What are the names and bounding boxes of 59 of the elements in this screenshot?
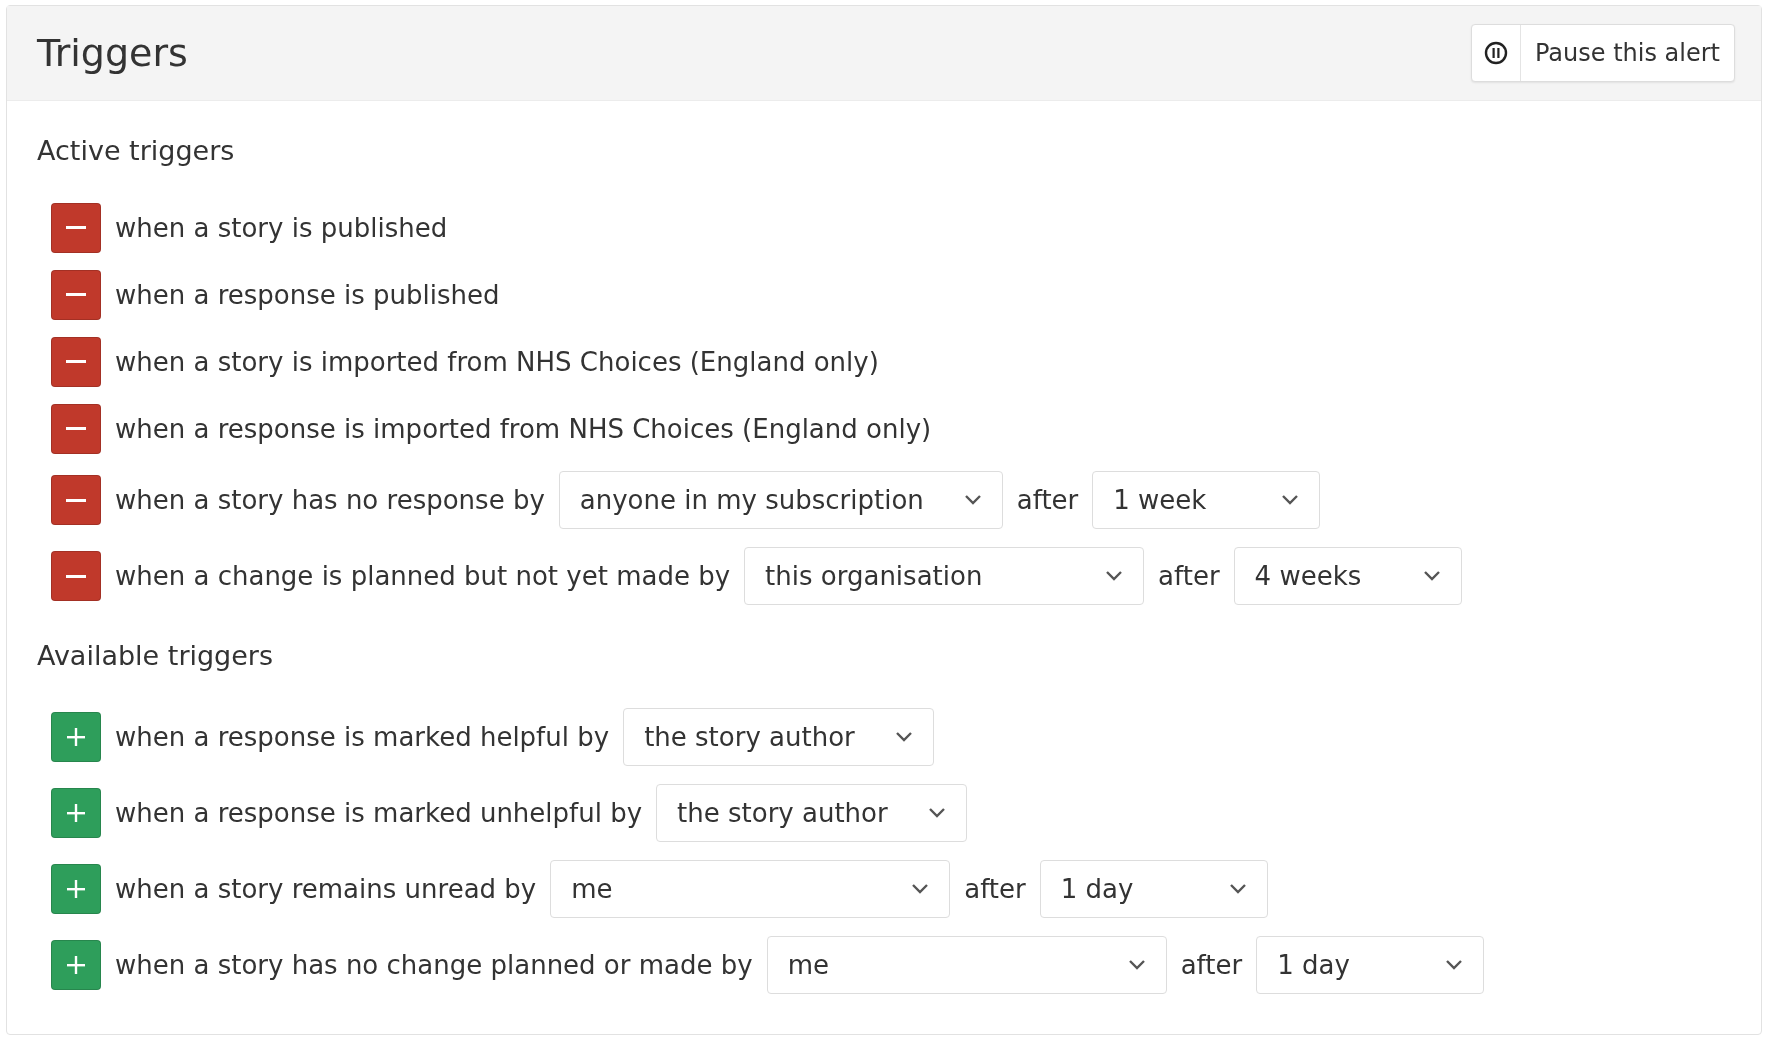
remove-trigger-button[interactable]: [51, 403, 101, 454]
minus-icon: [66, 427, 86, 430]
trigger-text: when a response is imported from NHS Choices (England only): [115, 413, 932, 444]
plus-icon: [66, 879, 86, 899]
trigger-text: when a change is planned but not yet made by: [115, 561, 731, 591]
who-select[interactable]: the story author: [623, 708, 934, 766]
trigger-text: when a story remains unread by: [115, 874, 537, 904]
chevron-down-icon: [1281, 494, 1300, 506]
after-label: after: [1158, 561, 1220, 591]
after-label: after: [964, 874, 1026, 904]
remove-trigger-button[interactable]: [51, 336, 101, 387]
minus-icon: [66, 293, 86, 296]
trigger-text: when a response is marked helpful by: [115, 722, 610, 752]
delay-select[interactable]: 4 weeks: [1233, 547, 1462, 605]
delay-select[interactable]: 1 day: [1039, 860, 1268, 918]
chevron-down-icon: [1422, 570, 1441, 582]
minus-icon: [66, 574, 86, 578]
add-trigger-button[interactable]: [51, 940, 101, 990]
chevron-down-icon: [1127, 959, 1146, 971]
chevron-down-icon: [1445, 959, 1464, 971]
delay-select[interactable]: 1 week: [1092, 471, 1321, 529]
who-select[interactable]: the story author: [656, 784, 967, 842]
chevron-down-icon: [927, 807, 946, 819]
trigger-text: when a story has no change planned or made by: [115, 950, 753, 980]
remove-trigger-button[interactable]: [51, 269, 101, 320]
minus-icon: [66, 360, 86, 363]
plus-icon: [66, 955, 86, 975]
trigger-text: when a story has no response by: [115, 485, 545, 515]
delay-select[interactable]: 1 day: [1256, 936, 1485, 994]
trigger-text: when a story is imported from NHS Choices (England only): [115, 346, 879, 377]
remove-trigger-button[interactable]: [51, 202, 101, 253]
minus-icon: [66, 498, 86, 502]
section-title: Available triggers: [37, 640, 275, 671]
remove-trigger-button[interactable]: [51, 551, 101, 601]
add-trigger-button[interactable]: [51, 864, 101, 914]
section-title: Active triggers: [37, 135, 236, 166]
after-label: after: [1180, 950, 1243, 980]
who-select[interactable]: me: [550, 860, 951, 918]
plus-icon: [66, 727, 86, 747]
chevron-down-icon: [1105, 570, 1124, 582]
who-select[interactable]: anyone in my subscription: [558, 471, 1003, 529]
who-select[interactable]: me: [766, 936, 1167, 994]
pause-icon: [1483, 41, 1508, 65]
chevron-down-icon: [894, 731, 913, 743]
chevron-down-icon: [911, 883, 930, 895]
chevron-down-icon: [1228, 883, 1247, 895]
pause-button[interactable]: Pause this alert: [1470, 24, 1735, 82]
who-select[interactable]: this organisation: [744, 547, 1145, 605]
remove-trigger-button[interactable]: [51, 475, 101, 525]
panel-title: Triggers: [37, 31, 188, 75]
after-label: after: [1016, 485, 1079, 515]
trigger-text: when a response is published: [115, 279, 500, 310]
add-trigger-button[interactable]: [51, 712, 101, 762]
add-trigger-button[interactable]: [51, 788, 101, 838]
minus-icon: [66, 226, 86, 229]
trigger-text: when a response is marked unhelpful by: [115, 798, 643, 828]
chevron-down-icon: [963, 494, 982, 506]
plus-icon: [66, 803, 86, 823]
trigger-text: when a story is published: [115, 212, 448, 243]
